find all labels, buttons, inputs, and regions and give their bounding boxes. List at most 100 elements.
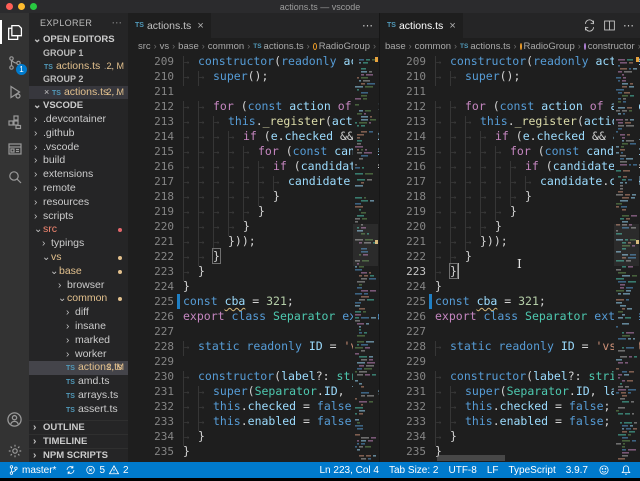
more-actions-icon[interactable]: ⋯	[623, 19, 634, 32]
cursor-position-indicator[interactable]: Ln 223, Col 4	[320, 465, 380, 476]
code-line-213[interactable]: 213→→→this._register(action.onD	[128, 114, 379, 129]
breadcrumb-item[interactable]: actions.ts	[264, 41, 304, 52]
open-editors-section-header[interactable]: ⌄OPEN EDITORS	[29, 33, 128, 47]
split-editor-icon[interactable]	[603, 19, 616, 32]
notifications-button[interactable]	[620, 464, 632, 476]
open-editor-item[interactable]: TSactions.ts …2, M	[29, 60, 128, 73]
code-line-227[interactable]: 227	[128, 324, 379, 339]
code-line-231[interactable]: 231→→super(Separator.ID, label	[128, 384, 379, 399]
tree-item-actions.ts[interactable]: TSactions.ts2, M	[29, 361, 128, 375]
breadcrumb-item[interactable]: vs	[160, 41, 170, 52]
encoding-indicator[interactable]: UTF-8	[448, 465, 476, 476]
horizontal-scrollbar[interactable]	[437, 455, 505, 461]
code-line-229[interactable]: 229	[128, 354, 379, 369]
tab-actions-ts-left[interactable]: TS actions.ts ×	[128, 13, 212, 38]
close-tab-icon[interactable]: ×	[197, 20, 203, 32]
code-line-212[interactable]: 212→→for (const action of actions	[380, 99, 640, 114]
close-tab-icon[interactable]: ×	[449, 20, 455, 32]
code-line-230[interactable]: 230→constructor(label?: string)	[380, 369, 640, 384]
tree-item-extensions[interactable]: ›extensions	[29, 168, 128, 182]
eol-indicator[interactable]: LF	[487, 465, 499, 476]
code-line-219[interactable]: 219→→→→→}	[380, 204, 640, 219]
code-line-233[interactable]: 233→→this.enabled = false;	[380, 414, 640, 429]
code-line-224[interactable]: 224}	[128, 279, 379, 294]
tab-actions-ts-right[interactable]: TS actions.ts ×	[380, 13, 464, 38]
tree-item-build[interactable]: ›build	[29, 154, 128, 168]
tree-item-scripts[interactable]: ›scripts	[29, 210, 128, 224]
code-line-216[interactable]: 216→→→→→→if (candidate !==	[380, 159, 640, 174]
tree-item-marked[interactable]: ›marked	[29, 334, 128, 348]
code-line-209[interactable]: 209→constructor(readonly actions	[380, 54, 640, 69]
tree-item-.vscode[interactable]: ›.vscode	[29, 141, 128, 155]
code-line-217[interactable]: 217→→→→→→→candidate.checked	[380, 174, 640, 189]
workspace-section-header[interactable]: ⌄VSCODE	[29, 99, 128, 113]
activity-item-run-and-debug[interactable]	[0, 78, 29, 106]
code-line-224[interactable]: 224}	[380, 279, 640, 294]
code-line-221[interactable]: 221→→→}));	[128, 234, 379, 249]
code-line-215[interactable]: 215→→→→→for (const candidate	[128, 144, 379, 159]
tree-item-vs[interactable]: ⌄vs	[29, 251, 128, 265]
section-header-npm-scripts[interactable]: ›NPM SCRIPTS	[29, 448, 128, 462]
breadcrumb-item[interactable]: actions.ts	[470, 41, 510, 52]
git-branch-indicator[interactable]: master*	[8, 464, 56, 476]
code-line-233[interactable]: 233→→this.enabled = false;	[128, 414, 379, 429]
code-line-210[interactable]: 210→→super();	[380, 69, 640, 84]
code-line-223[interactable]: 223→}	[128, 264, 379, 279]
code-line-229[interactable]: 229	[380, 354, 640, 369]
activity-item-extensions[interactable]	[0, 108, 29, 136]
tree-item-.devcontainer[interactable]: ›.devcontainer	[29, 113, 128, 127]
code-line-220[interactable]: 220→→→→}	[128, 219, 379, 234]
code-line-235[interactable]: 235}	[128, 444, 379, 459]
tree-item-src[interactable]: ⌄src	[29, 223, 128, 237]
code-line-209[interactable]: 209→constructor(readonly actions	[128, 54, 379, 69]
activity-item-explorer[interactable]	[0, 18, 29, 46]
breadcrumb-item[interactable]: RadioGroup	[319, 41, 370, 52]
code-line-211[interactable]: 211	[380, 84, 640, 99]
code-line-212[interactable]: 212→→for (const action of actions	[128, 99, 379, 114]
breadcrumb-item[interactable]: RadioGroup	[524, 41, 575, 52]
tree-item-insane[interactable]: ›insane	[29, 320, 128, 334]
code-line-226[interactable]: 226export class Separator extends	[380, 309, 640, 324]
tree-item-resources[interactable]: ›resources	[29, 196, 128, 210]
code-line-225[interactable]: 225const cba = 321;	[380, 294, 640, 309]
code-line-227[interactable]: 227	[380, 324, 640, 339]
close-editor-icon[interactable]: ×	[44, 86, 52, 99]
code-editor-left[interactable]: 209→constructor(readonly actions210→→sup…	[128, 54, 379, 462]
code-line-221[interactable]: 221→→→}));	[380, 234, 640, 249]
code-line-234[interactable]: 234→}	[380, 429, 640, 444]
breadcrumb-item[interactable]: src	[138, 41, 151, 52]
tree-item-diff[interactable]: ›diff	[29, 306, 128, 320]
feedback-button[interactable]	[598, 464, 610, 476]
code-line-211[interactable]: 211	[128, 84, 379, 99]
problems-indicator[interactable]: 5 2	[85, 464, 128, 476]
tree-item-arrays.ts[interactable]: TSarrays.ts	[29, 389, 128, 403]
code-line-228[interactable]: 228→static readonly ID = 'vs.act	[128, 339, 379, 354]
tree-item-browser[interactable]: ›browser	[29, 279, 128, 293]
code-line-213[interactable]: 213→→→this._register(action.onD	[380, 114, 640, 129]
tree-item-typings[interactable]: ›typings	[29, 237, 128, 251]
open-editor-item[interactable]: ×TSactions.ts …2, M	[29, 86, 128, 99]
code-line-235[interactable]: 235}	[380, 444, 640, 459]
tree-item-.github[interactable]: ›.github	[29, 127, 128, 141]
code-line-222[interactable]: 222→→}	[128, 249, 379, 264]
code-line-210[interactable]: 210→→super();	[128, 69, 379, 84]
breadcrumb-item[interactable]: common	[415, 41, 451, 52]
indentation-indicator[interactable]: Tab Size: 2	[389, 465, 438, 476]
activity-item-search[interactable]	[0, 163, 29, 191]
tree-item-amd.ts[interactable]: TSamd.ts	[29, 375, 128, 389]
code-line-215[interactable]: 215→→→→→for (const candidate	[380, 144, 640, 159]
code-line-218[interactable]: 218→→→→→→}	[128, 189, 379, 204]
code-line-230[interactable]: 230→constructor(label?: string)	[128, 369, 379, 384]
code-line-232[interactable]: 232→→this.checked = false;	[380, 399, 640, 414]
code-line-219[interactable]: 219→→→→→}	[128, 204, 379, 219]
tree-item-worker[interactable]: ›worker	[29, 348, 128, 362]
breadcrumb-item[interactable]: constructor	[588, 41, 635, 52]
code-line-217[interactable]: 217→→→→→→→candidate.checked	[128, 174, 379, 189]
code-line-225[interactable]: 225const cba = 321;	[128, 294, 379, 309]
code-line-228[interactable]: 228→static readonly ID = 'vs.act	[380, 339, 640, 354]
code-line-220[interactable]: 220→→→→}	[380, 219, 640, 234]
breadcrumb-item[interactable]: base	[385, 41, 406, 52]
minimap-left[interactable]	[353, 54, 378, 462]
sidebar-more-actions-icon[interactable]: ⋯	[112, 17, 123, 29]
code-line-226[interactable]: 226export class Separator extends	[128, 309, 379, 324]
